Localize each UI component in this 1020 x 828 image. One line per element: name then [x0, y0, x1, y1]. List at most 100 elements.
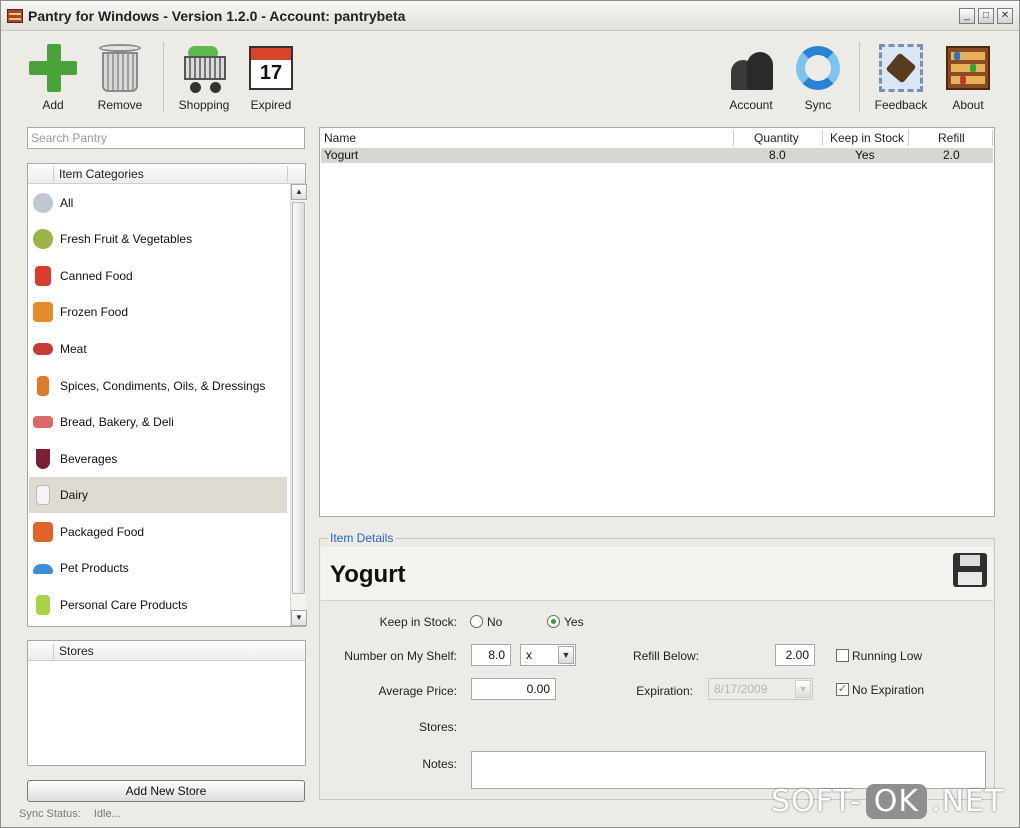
- categories-scrollbar[interactable]: ▲ ▼: [290, 184, 307, 626]
- pet-bowl-icon: [33, 564, 53, 574]
- category-canned-food[interactable]: Canned Food: [29, 258, 287, 294]
- shopping-cart-icon: [178, 42, 230, 94]
- wine-glass-icon: [36, 449, 50, 469]
- scroll-down-icon[interactable]: ▼: [291, 610, 307, 626]
- shelf-count-label: Number on My Shelf:: [344, 649, 457, 663]
- category-beverages[interactable]: Beverages: [29, 441, 287, 477]
- shelf-count-input[interactable]: 8.0: [471, 644, 511, 666]
- sync-button[interactable]: Sync: [783, 42, 853, 112]
- account-people-icon: [725, 42, 777, 94]
- minimize-button[interactable]: _: [959, 8, 975, 24]
- item-categories-panel: Item Categories All Fresh Fruit & Vegeta…: [27, 163, 307, 627]
- category-frozen-food[interactable]: Frozen Food: [29, 294, 287, 330]
- chevron-down-icon[interactable]: ▼: [558, 646, 574, 664]
- category-personal-care[interactable]: Personal Care Products: [29, 587, 287, 623]
- category-label: Beverages: [60, 452, 118, 466]
- column-refill[interactable]: Refill: [938, 128, 965, 148]
- sync-label: Sync: [804, 98, 832, 112]
- expired-button[interactable]: 17 Expired: [236, 42, 306, 112]
- category-fresh-fruit-vegetables[interactable]: Fresh Fruit & Vegetables: [29, 221, 287, 257]
- table-row[interactable]: Yogurt 8.0 Yes 2.0: [321, 148, 993, 163]
- account-button[interactable]: Account: [716, 42, 786, 112]
- close-button[interactable]: ✕: [997, 8, 1013, 24]
- scroll-up-icon[interactable]: ▲: [291, 184, 307, 200]
- watermark: SOFT- OK .NET: [771, 784, 1004, 824]
- feedback-button[interactable]: Feedback: [866, 42, 936, 112]
- remove-button[interactable]: Remove: [85, 42, 155, 112]
- chevron-down-icon[interactable]: ▼: [795, 680, 811, 698]
- cell-quantity: 8.0: [769, 148, 786, 162]
- running-low-checkbox[interactable]: [836, 649, 849, 662]
- stores-label: Stores:: [418, 720, 457, 734]
- category-label: Meat: [60, 342, 87, 356]
- pantry-shelf-icon: [942, 42, 994, 94]
- stores-panel: Stores: [27, 640, 306, 766]
- expired-label: Expired: [250, 98, 292, 112]
- feedback-label: Feedback: [874, 98, 928, 112]
- cell-keep-in-stock: Yes: [855, 148, 875, 162]
- milk-glass-icon: [36, 485, 50, 505]
- shopping-button[interactable]: Shopping: [169, 42, 239, 112]
- spice-bottle-icon: [37, 376, 49, 396]
- average-price-input[interactable]: 0.00: [471, 678, 556, 700]
- add-label: Add: [42, 98, 64, 112]
- category-meat[interactable]: Meat: [29, 331, 287, 367]
- unit-select-value: x: [526, 648, 532, 662]
- pantry-app-icon: [7, 9, 23, 23]
- category-spices-condiments[interactable]: Spices, Condiments, Oils, & Dressings: [29, 368, 287, 404]
- expiration-label: Expiration:: [636, 684, 693, 698]
- can-icon: [35, 266, 51, 286]
- category-all[interactable]: All: [29, 185, 287, 221]
- toolbar: Add Remove Shopping 17 Expired Account S…: [1, 32, 1019, 122]
- shopping-label: Shopping: [178, 98, 230, 112]
- calendar-icon: 17: [245, 42, 297, 94]
- column-keep-in-stock[interactable]: Keep in Stock: [830, 128, 904, 148]
- refill-below-input[interactable]: 2.00: [775, 644, 815, 666]
- category-label: Packaged Food: [60, 525, 145, 539]
- keep-in-stock-yes-radio[interactable]: [547, 615, 560, 628]
- stores-header-label: Stores: [59, 644, 94, 658]
- about-label: About: [952, 98, 984, 112]
- unit-select[interactable]: x ▼: [520, 644, 576, 666]
- keep-in-stock-no-radio[interactable]: [470, 615, 483, 628]
- category-label: Personal Care Products: [60, 598, 188, 612]
- scroll-thumb[interactable]: [292, 202, 305, 594]
- maximize-button[interactable]: □: [978, 8, 994, 24]
- lotion-bottle-icon: [36, 595, 50, 615]
- expiration-date-picker[interactable]: 8/17/2009 ▼: [708, 678, 813, 700]
- no-expiration-label: No Expiration: [852, 683, 925, 697]
- sync-status-label: Sync Status:: [19, 808, 81, 820]
- watermark-part1: SOFT-: [771, 784, 862, 819]
- column-quantity[interactable]: Quantity: [754, 128, 799, 148]
- add-new-store-button[interactable]: Add New Store: [27, 780, 305, 802]
- kiwi-icon: [33, 229, 53, 249]
- category-packaged-food[interactable]: Packaged Food: [29, 514, 287, 550]
- running-low-label: Running Low: [852, 649, 923, 663]
- sync-status: Sync Status: Idle...: [19, 808, 121, 820]
- watermark-part2: OK: [865, 784, 928, 819]
- category-label: Canned Food: [60, 269, 133, 283]
- package-icon: [33, 522, 53, 542]
- save-floppy-icon[interactable]: [953, 553, 987, 587]
- pantry-items-table: Name Quantity Keep in Stock Refill Yogur…: [319, 127, 995, 517]
- search-input[interactable]: Search Pantry: [27, 127, 305, 149]
- notes-label: Notes:: [422, 757, 457, 771]
- trash-bin-icon: [94, 42, 146, 94]
- expiration-date-value: 8/17/2009: [714, 682, 768, 696]
- meat-icon: [33, 343, 53, 355]
- average-price-label: Average Price:: [378, 684, 458, 698]
- category-label: Fresh Fruit & Vegetables: [60, 232, 193, 246]
- column-name[interactable]: Name: [324, 128, 356, 148]
- category-label: Dairy: [60, 488, 89, 502]
- category-label: Bread, Bakery, & Deli: [60, 415, 174, 429]
- no-expiration-checkbox[interactable]: ✓: [836, 683, 849, 696]
- category-dairy[interactable]: Dairy: [29, 477, 287, 513]
- category-bread-bakery-deli[interactable]: Bread, Bakery, & Deli: [29, 404, 287, 440]
- add-button[interactable]: Add: [18, 42, 88, 112]
- calendar-day: 17: [259, 62, 283, 84]
- about-button[interactable]: About: [933, 42, 1003, 112]
- sync-arrows-icon: [792, 42, 844, 94]
- category-pet-products[interactable]: Pet Products: [29, 550, 287, 586]
- frozen-food-icon: [33, 302, 53, 322]
- magnifier-icon: [33, 193, 53, 213]
